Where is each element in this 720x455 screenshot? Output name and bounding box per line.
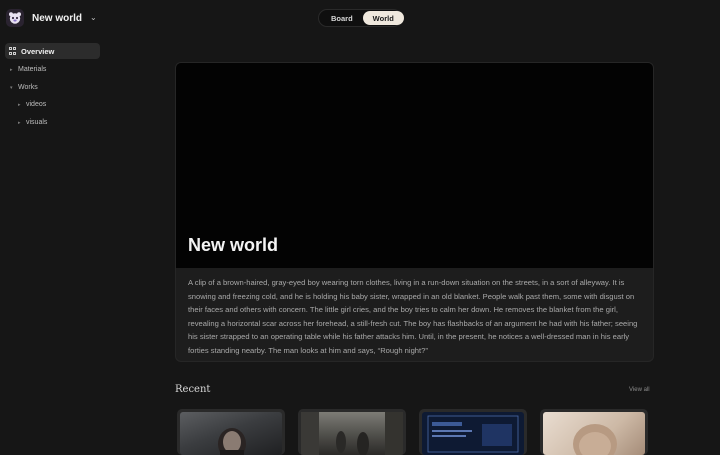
sidebar-item-label: Materials bbox=[18, 66, 47, 73]
hero-description: A clip of a brown-haired, gray-eyed boy … bbox=[188, 278, 638, 355]
sidebar-item-label: videos bbox=[26, 101, 47, 108]
sidebar-item-materials[interactable]: ▸ Materials bbox=[10, 66, 46, 73]
chevron-right-icon: ▸ bbox=[10, 66, 13, 73]
view-all-link[interactable]: View all bbox=[629, 387, 650, 393]
chevron-down-icon: ▾ bbox=[10, 84, 13, 91]
sidebar-item-label: Works bbox=[18, 84, 38, 91]
sidebar-item-label: Overview bbox=[21, 46, 55, 56]
workspace-name: New world bbox=[32, 12, 83, 24]
thumbnail-alley-crowd[interactable] bbox=[298, 409, 406, 455]
chevron-down-icon[interactable]: ⌄ bbox=[90, 13, 97, 22]
view-switch: Board World bbox=[318, 9, 404, 27]
grid-icon bbox=[9, 47, 17, 55]
world-hero-card: New world A clip of a brown-haired, gray… bbox=[175, 62, 654, 362]
bear-logo-icon bbox=[6, 9, 24, 27]
workspace-switcher[interactable]: New world ⌄ bbox=[6, 8, 97, 28]
sidebar-item-overview[interactable]: Overview bbox=[5, 43, 100, 59]
tab-world[interactable]: World bbox=[362, 11, 404, 25]
recent-heading: Recent bbox=[175, 384, 211, 395]
sidebar-item-works[interactable]: ▾ Works bbox=[10, 84, 38, 91]
hero-title: New world bbox=[188, 235, 279, 255]
chevron-right-icon: ▸ bbox=[18, 119, 21, 126]
thumbnail-baby[interactable] bbox=[540, 409, 648, 455]
sidebar-item-label: visuals bbox=[26, 119, 48, 126]
tab-board[interactable]: Board bbox=[321, 11, 363, 25]
thumbnail-screen-interface[interactable] bbox=[419, 409, 527, 455]
sidebar-item-visuals[interactable]: ▸ visuals bbox=[18, 119, 47, 126]
sidebar-item-videos[interactable]: ▸ videos bbox=[18, 101, 46, 108]
chevron-right-icon: ▸ bbox=[18, 101, 21, 108]
thumbnail-boy-street[interactable] bbox=[177, 409, 285, 455]
